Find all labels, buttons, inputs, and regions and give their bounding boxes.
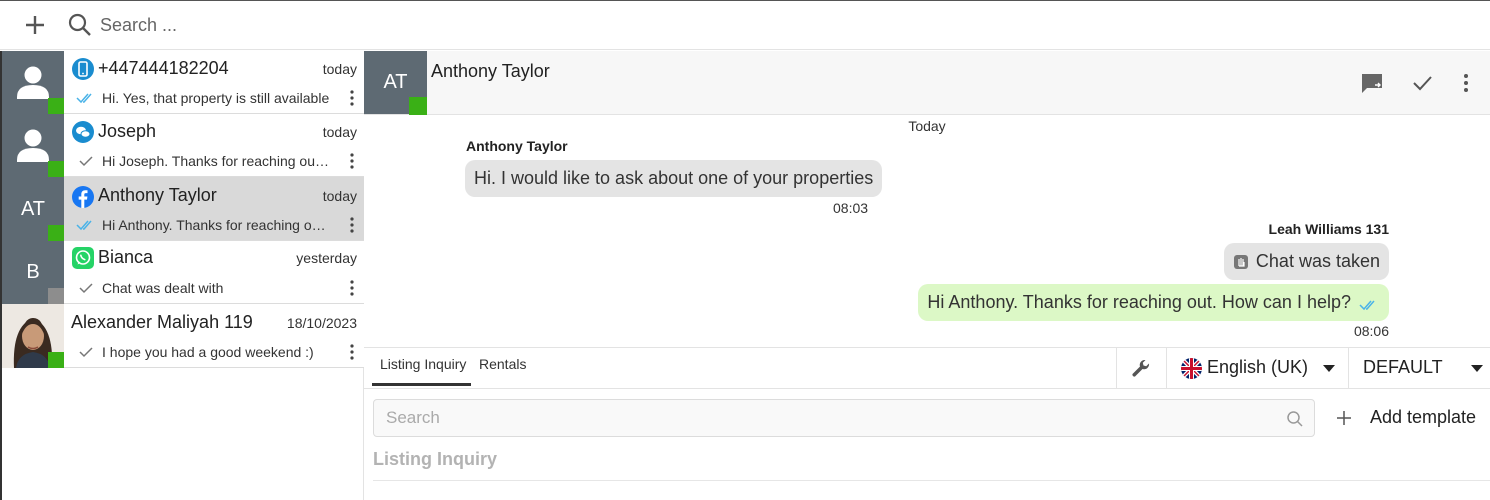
offline-status-indicator <box>48 288 64 304</box>
chevron-down-icon <box>1471 365 1483 372</box>
chat-bubbles-icon <box>72 121 94 143</box>
online-status-indicator <box>48 352 64 368</box>
phone-icon <box>72 58 94 80</box>
message-sender: Leah Williams 131 <box>1268 221 1389 237</box>
hand-icon <box>1233 255 1248 269</box>
whatsapp-icon <box>72 247 94 269</box>
tab-listing-inquiry[interactable]: Listing Inquiry <box>372 348 471 386</box>
settings-button[interactable] <box>1116 348 1166 389</box>
divider <box>373 480 1490 481</box>
chat-date: today <box>322 61 357 77</box>
avatar: AT <box>364 51 427 115</box>
message-sender: Anthony Taylor <box>466 138 568 154</box>
avatar: B <box>2 241 64 304</box>
plus-icon <box>1337 411 1351 425</box>
double-check-icon <box>76 220 92 231</box>
chat-name: Bianca <box>98 247 154 267</box>
online-status-indicator <box>48 225 64 241</box>
check-icon[interactable] <box>1410 71 1434 95</box>
wrench-icon <box>1132 359 1150 377</box>
check-icon <box>79 347 93 358</box>
check-icon <box>79 283 93 294</box>
avatar-initials: B <box>26 261 40 283</box>
template-set-select[interactable]: DEFAULT <box>1348 348 1490 389</box>
template-search <box>373 399 1315 437</box>
tab-rentals[interactable]: Rentals <box>479 348 526 386</box>
chat-list: +447444182204 today Hi. Yes, that proper… <box>0 51 364 500</box>
chat-list-item[interactable]: B Bianca yesterday Chat was dealt with <box>2 241 364 304</box>
avatar <box>2 51 64 114</box>
chat-list-item[interactable]: AT Anthony Taylor today Hi Anthony. Than… <box>2 177 364 241</box>
avatar <box>2 114 64 177</box>
chat-date: today <box>322 124 357 140</box>
app: +447444182204 today Hi. Yes, that proper… <box>0 0 1490 500</box>
uk-flag-icon <box>1181 358 1202 379</box>
online-status-indicator <box>48 98 64 114</box>
outgoing-message: Hi Anthony. Thanks for reaching out. How… <box>918 284 1389 321</box>
template-tabs: Listing Inquiry Rentals English (UK) DEF… <box>364 348 1490 389</box>
tab-label: Listing Inquiry <box>380 356 467 372</box>
chat-header: AT Anthony Taylor <box>364 51 1490 115</box>
system-message: Chat was taken <box>1223 243 1389 280</box>
chat-preview: Hi Joseph. Thanks for reaching out. How … <box>102 153 332 169</box>
avatar-initials: AT <box>383 71 408 93</box>
check-icon <box>79 156 93 167</box>
search-input[interactable] <box>100 10 700 40</box>
chat-list-item[interactable]: +447444182204 today Hi. Yes, that proper… <box>2 51 364 114</box>
message-time: 08:03 <box>833 200 869 216</box>
chat-date: today <box>322 188 357 204</box>
chat-name: Anthony Taylor <box>98 185 217 205</box>
avatar: AT <box>2 177 64 241</box>
more-vertical-icon[interactable] <box>346 343 358 361</box>
chat-name: +447444182204 <box>98 58 229 78</box>
chat-preview: Hi Anthony. Thanks for reaching out. How… <box>102 217 332 233</box>
contact-name: Anthony Taylor <box>431 61 550 81</box>
language-select[interactable]: English (UK) <box>1166 348 1348 389</box>
online-status-indicator <box>48 161 64 177</box>
chevron-down-icon <box>1323 365 1335 372</box>
transfer-chat-icon[interactable] <box>1360 71 1384 95</box>
chat-date: 18/10/2023 <box>286 315 357 331</box>
online-status-indicator <box>409 97 427 115</box>
message-text: Hi. I would like to ask about one of you… <box>474 168 874 188</box>
search-icon <box>1287 411 1303 427</box>
language-value: English (UK) <box>1207 357 1309 377</box>
incoming-message: Hi. I would like to ask about one of you… <box>465 160 883 197</box>
message-text: Chat was taken <box>1255 251 1380 271</box>
plus-icon[interactable] <box>22 12 48 38</box>
day-separator: Today <box>908 118 946 134</box>
tab-label: Rentals <box>479 356 527 372</box>
chat-name: Joseph <box>98 121 157 141</box>
more-vertical-icon[interactable] <box>1459 71 1473 95</box>
more-vertical-icon[interactable] <box>346 216 358 234</box>
more-vertical-icon[interactable] <box>346 279 358 297</box>
message-text: Hi Anthony. Thanks for reaching out. How… <box>927 292 1351 312</box>
message-time: 08:06 <box>1353 323 1389 339</box>
chat-preview: Hi. Yes, that property is still availabl… <box>102 90 330 106</box>
chat-preview: I hope you had a good weekend :) <box>102 344 314 360</box>
double-check-icon <box>76 93 92 104</box>
search-icon <box>68 13 91 36</box>
more-vertical-icon[interactable] <box>346 152 358 170</box>
message-area: Today Anthony Taylor Hi. I would like to… <box>364 115 1490 347</box>
chat-preview: Chat was dealt with <box>102 280 224 296</box>
chat-date: yesterday <box>296 250 357 266</box>
top-bar <box>0 2 1490 50</box>
avatar <box>2 304 64 368</box>
more-vertical-icon[interactable] <box>346 89 358 107</box>
chat-list-item[interactable]: Joseph today Hi Joseph. Thanks for reach… <box>2 114 364 177</box>
chat-list-item[interactable]: Alexander Maliyah 119 18/10/2023 I hope … <box>2 304 364 368</box>
double-check-icon <box>1359 300 1375 311</box>
facebook-icon <box>72 186 94 208</box>
template-set-value: DEFAULT <box>1363 357 1443 377</box>
template-search-input[interactable] <box>386 408 1266 428</box>
add-template-label: Add template <box>1370 407 1477 427</box>
avatar-initials: AT <box>20 197 46 220</box>
template-panel: Listing Inquiry Rentals English (UK) DEF… <box>364 347 1490 500</box>
chat-name: Alexander Maliyah 119 <box>71 312 253 332</box>
template-section-title: Listing Inquiry <box>373 449 497 469</box>
